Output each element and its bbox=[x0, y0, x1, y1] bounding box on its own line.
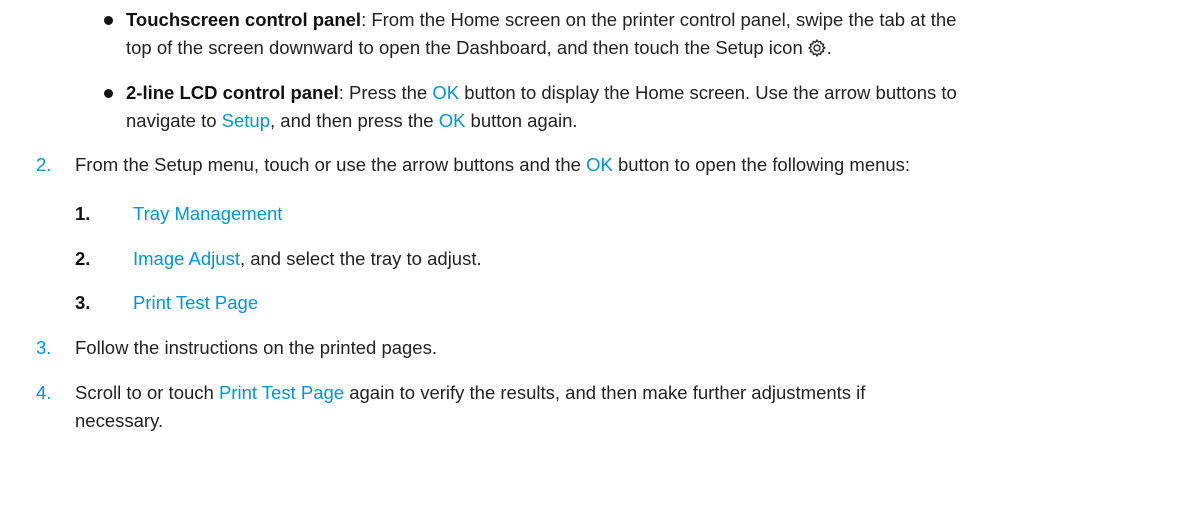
substep-number: 1. bbox=[75, 203, 91, 224]
ok-key: OK bbox=[432, 82, 460, 103]
step-text: Scroll to or touch Print Test Page again… bbox=[75, 382, 866, 403]
bullet-lcd-line2: navigate to Setup, and then press the OK… bbox=[126, 110, 578, 131]
bullet-lcd-line1: 2-line LCD control panel: Press the OK b… bbox=[126, 82, 957, 103]
step-number: 3. bbox=[36, 337, 52, 358]
step-text-continued: necessary. bbox=[75, 410, 164, 431]
menu-link-image-adjust[interactable]: Image Adjust bbox=[133, 248, 240, 269]
bullet-title: Touchscreen control panel bbox=[126, 9, 362, 30]
step-number: 4. bbox=[36, 382, 52, 403]
menu-link-print-test-page[interactable]: Print Test Page bbox=[133, 292, 258, 313]
ok-key: OK bbox=[438, 110, 466, 131]
substep-number: 3. bbox=[75, 292, 91, 313]
ok-key: OK bbox=[586, 154, 613, 175]
bullet-dot bbox=[104, 89, 113, 98]
bullet-touchscreen-line2: top of the screen downward to open the D… bbox=[126, 37, 832, 58]
bullet-title: 2-line LCD control panel bbox=[126, 82, 339, 103]
menu-link-print-test-page[interactable]: Print Test Page bbox=[219, 382, 344, 403]
step-text: From the Setup menu, touch or use the ar… bbox=[75, 154, 911, 175]
step-text: Follow the instructions on the printed p… bbox=[75, 337, 437, 358]
bullet-dot bbox=[104, 16, 113, 25]
gear-icon bbox=[807, 38, 826, 58]
menu-link-tray-management[interactable]: Tray Management bbox=[133, 203, 282, 224]
step-number: 2. bbox=[36, 154, 52, 175]
setup-menu-ref: Setup bbox=[221, 110, 271, 131]
bullet-touchscreen-line1: Touchscreen control panel: From the Home… bbox=[126, 9, 957, 30]
substep-number: 2. bbox=[75, 248, 91, 269]
